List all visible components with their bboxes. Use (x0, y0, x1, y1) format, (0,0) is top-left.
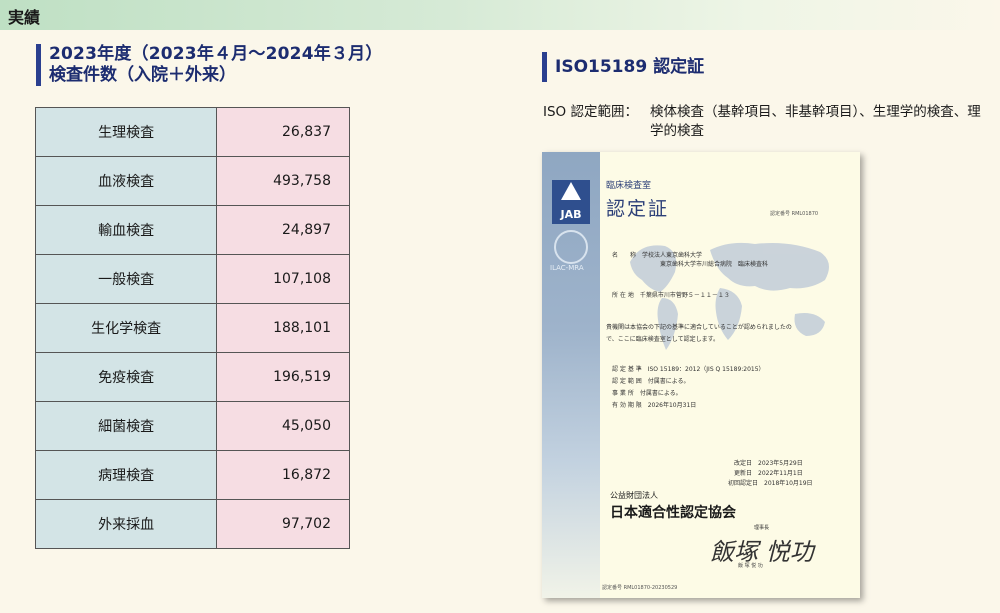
jab-logo-triangle-icon (561, 182, 581, 200)
cert-footer-number: 認定番号 RML01870-20230529 (602, 585, 678, 591)
certificate-department: 臨床検査室 (606, 181, 652, 191)
test-category-name: 生理検査 (34, 107, 218, 157)
test-category-name: 一般検査 (34, 254, 218, 304)
table-row: 免疫検査 196,519 (34, 352, 350, 402)
table-row: 病理検査 16,872 (34, 450, 350, 500)
cert-line-body-1: 貴機関は本協会の下記の基準に適合していることが認められましたの (606, 324, 792, 331)
cert-line-scope: 認 定 範 囲 付属書による。 (612, 378, 690, 385)
table-row: 一般検査 107,108 (34, 254, 350, 304)
test-category-name: 生化学検査 (34, 303, 218, 353)
stats-heading: 2023年度（2023年４月～2024年３月） 検査件数（入院＋外来） (36, 44, 383, 86)
iso-scope-label: ISO 認定範囲： (543, 104, 638, 120)
section-title: 実績 (8, 8, 41, 27)
test-count-value: 26,837 (216, 107, 350, 157)
test-count-value: 97,702 (216, 499, 350, 549)
test-count-value: 107,108 (216, 254, 350, 304)
cert-line-address: 所 在 地 千葉県市川市菅野５－１１－１３ (612, 292, 730, 299)
table-row: 細菌検査 45,050 (34, 401, 350, 451)
test-count-value: 24,897 (216, 205, 350, 255)
cert-line-valid: 有 効 期 限 2026年10月31日 (612, 402, 697, 409)
cert-line-updated: 更新日 2022年11月1日 (734, 470, 803, 477)
cert-line-name-2: 東京歯科大学市川総合病院 臨床検査科 (660, 261, 769, 268)
table-row: 生化学検査 188,101 (34, 303, 350, 353)
stats-heading-subtitle: 検査件数（入院＋外来） (49, 65, 236, 85)
table-row: 生理検査 26,837 (34, 107, 350, 157)
ilac-mra-mark: ILAC-MRA (550, 264, 584, 272)
certificate-title: 認定証 (606, 198, 670, 220)
certificate-image: JAB ILAC-MRA 臨床検査室 認定証 認定番号 RML01870 名 称… (542, 152, 860, 598)
test-category-name: 病理検査 (34, 450, 218, 500)
certificate-reg-number: 認定番号 RML01870 (770, 211, 819, 217)
section-header-bar: 実績 (0, 0, 1000, 30)
cert-line-revised: 改定日 2023年5月29日 (734, 460, 803, 467)
table-row: 外来採血 97,702 (34, 499, 350, 549)
iso-heading: ISO15189 認定証 (542, 52, 704, 82)
cert-chief-title: 理事長 (754, 525, 770, 531)
test-count-value: 493,758 (216, 156, 350, 206)
cert-org-name: 日本適合性認定協会 (610, 505, 736, 521)
ilac-globe-icon (554, 230, 588, 264)
test-category-name: 免疫検査 (34, 352, 218, 402)
table-row: 輸血検査 24,897 (34, 205, 350, 255)
test-category-name: 血液検査 (34, 156, 218, 206)
cert-line-body-2: で、ここに臨床検査室として認定します。 (606, 336, 719, 343)
test-category-name: 輸血検査 (34, 205, 218, 255)
test-count-value: 196,519 (216, 352, 350, 402)
test-category-name: 外来採血 (34, 499, 218, 549)
cert-org-type: 公益財団法人 (610, 491, 658, 500)
test-counts-table: 生理検査 26,837 血液検査 493,758 輸血検査 24,897 一般検査 107,1… (34, 107, 350, 549)
test-count-value: 45,050 (216, 401, 350, 451)
test-count-value: 188,101 (216, 303, 350, 353)
iso-scope-text: 検体検査（基幹項目、非基幹項目）、生理学的検査、理学的検査 (650, 104, 981, 139)
cert-line-name: 名 称 学校法人東京歯科大学 (612, 252, 703, 259)
cert-signer-name: 飯 塚 悦 功 (738, 563, 763, 569)
stats-heading-period: 2023年度（2023年４月～2024年３月） (49, 44, 383, 64)
cert-line-site: 事 業 所 付属書による。 (612, 390, 682, 397)
table-row: 血液検査 493,758 (34, 156, 350, 206)
cert-line-first: 初回認定日 2018年10月19日 (728, 480, 813, 487)
test-count-value: 16,872 (216, 450, 350, 500)
cert-line-standard: 認 定 基 準 ISO 15189：2012（JIS Q 15189:2015） (612, 366, 765, 373)
test-category-name: 細菌検査 (34, 401, 218, 451)
iso-scope: ISO 認定範囲： 検体検査（基幹項目、非基幹項目）、生理学的検査、理学的検査 (543, 103, 993, 141)
